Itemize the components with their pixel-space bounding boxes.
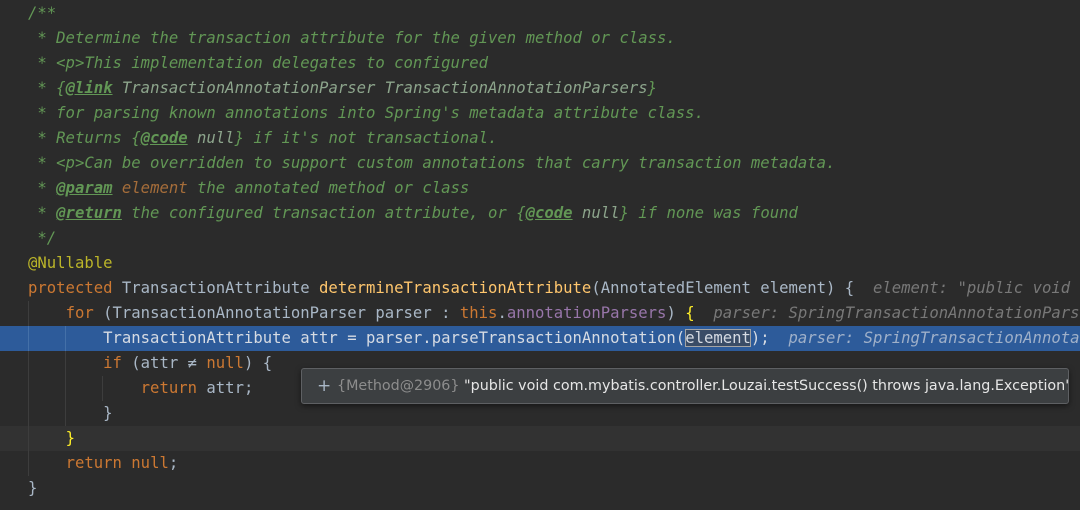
doc-code-value: null xyxy=(572,204,620,222)
inline-debug-value[interactable]: parser: SpringTransactionAnnotationParse… xyxy=(770,329,1080,347)
doc-param-name: element xyxy=(112,179,188,197)
method-params: (AnnotatedElement element) { xyxy=(591,279,855,297)
doc-code-tag: @code xyxy=(525,204,573,222)
method-name[interactable]: determineTransactionAttribute xyxy=(319,279,591,297)
tooltip-content: {Method@2906} "public void com.mybatis.c… xyxy=(337,369,1069,403)
code-text: (attr ≠ xyxy=(121,354,207,372)
code-line[interactable]: * <p>Can be overridden to support custom… xyxy=(0,151,1080,176)
code-line[interactable]: return null; xyxy=(0,451,1080,476)
doc-comment-start: /** xyxy=(28,4,57,22)
keyword: null xyxy=(131,454,169,472)
code-line[interactable]: * <p>This implementation delegates to co… xyxy=(0,51,1080,76)
doc-comment-text: } if none was found xyxy=(619,204,798,222)
code-line[interactable]: @Nullable xyxy=(0,251,1080,276)
caret-line[interactable]: } xyxy=(0,426,1080,451)
doc-comment-text: } if it's not transactional. xyxy=(234,129,498,147)
code-line[interactable]: * Returns {@code null} if it's not trans… xyxy=(0,126,1080,151)
doc-link-reference[interactable]: TransactionAnnotationParser TransactionA… xyxy=(113,79,648,97)
code-text: attr; xyxy=(197,379,254,397)
object-value: "public void com.mybatis.controller.Louz… xyxy=(459,378,1069,394)
return-type: TransactionAttribute xyxy=(112,279,320,297)
code-line[interactable]: /** xyxy=(0,1,1080,26)
code-text: (TransactionAnnotationParser parser : xyxy=(93,304,460,322)
code-editor[interactable]: /** * Determine the transaction attribut… xyxy=(0,0,1080,510)
keyword: return xyxy=(65,454,122,472)
code-text: ) xyxy=(666,304,686,322)
matched-brace: { xyxy=(685,304,695,322)
keyword: return xyxy=(140,379,198,397)
doc-html-tag: <p> xyxy=(56,154,85,172)
doc-comment-text: * xyxy=(28,204,57,222)
code-line[interactable]: } xyxy=(0,401,1080,426)
doc-comment-text: * Returns { xyxy=(28,129,141,147)
doc-code-tag: @code xyxy=(140,129,188,147)
code-line[interactable]: } xyxy=(0,476,1080,501)
debug-value-tooltip[interactable]: + {Method@2906} "public void com.mybatis… xyxy=(301,368,1069,404)
doc-comment-text: * xyxy=(28,54,57,72)
expand-icon[interactable]: + xyxy=(317,369,331,403)
code-line[interactable]: * @param element the annotated method or… xyxy=(0,176,1080,201)
doc-param-tag: @param xyxy=(56,179,113,197)
doc-comment-text: the configured transaction attribute, or… xyxy=(121,204,526,222)
closing-brace: } xyxy=(28,479,38,497)
code-line[interactable]: * for parsing known annotations into Spr… xyxy=(0,101,1080,126)
code-text: ; xyxy=(168,454,179,472)
code-line[interactable]: * @return the configured transaction att… xyxy=(0,201,1080,226)
code-line[interactable]: */ xyxy=(0,226,1080,251)
doc-comment-text: * xyxy=(28,179,57,197)
keyword: for xyxy=(65,304,94,322)
keyword: if xyxy=(103,354,122,372)
keyword: this xyxy=(459,304,498,322)
inline-debug-value[interactable]: element: "public void com.mybatis.contro… xyxy=(854,279,1080,297)
doc-code-value: null xyxy=(187,129,235,147)
code-text: . xyxy=(497,304,507,322)
current-execution-line[interactable]: TransactionAttribute attr = parser.parse… xyxy=(0,326,1080,351)
doc-comment-text: * Determine the transaction attribute fo… xyxy=(28,29,676,47)
doc-html-tag: <p> xyxy=(56,54,85,72)
matched-brace: } xyxy=(65,429,75,447)
code-line[interactable]: protected TransactionAttribute determine… xyxy=(0,276,1080,301)
keyword: null xyxy=(206,354,244,372)
field-reference[interactable]: annotationParsers xyxy=(507,304,667,322)
code-text: TransactionAttribute attr = parser.parse… xyxy=(103,329,686,347)
doc-comment-text: * for parsing known annotations into Spr… xyxy=(28,104,704,122)
code-line[interactable]: for (TransactionAnnotationParser parser … xyxy=(0,301,1080,326)
closing-brace: } xyxy=(103,404,113,422)
hovered-variable[interactable]: element xyxy=(685,329,751,347)
doc-comment-text: Can be overridden to support custom anno… xyxy=(84,154,836,172)
inline-debug-value[interactable]: parser: SpringTransactionAnnotationParse… xyxy=(695,304,1080,322)
doc-comment-text: the annotated method or class xyxy=(187,179,470,197)
code-line[interactable]: * Determine the transaction attribute fo… xyxy=(0,26,1080,51)
doc-comment-text: This implementation delegates to configu… xyxy=(84,54,489,72)
doc-return-tag: @return xyxy=(56,204,122,222)
doc-link-tag[interactable]: @link xyxy=(66,79,113,97)
doc-comment-text: * { xyxy=(28,79,66,97)
doc-comment-end: */ xyxy=(28,229,57,247)
keyword: protected xyxy=(28,279,113,297)
doc-comment-text: * xyxy=(28,154,57,172)
annotation-nullable: @Nullable xyxy=(28,254,113,272)
doc-comment-text: } xyxy=(647,79,658,97)
code-text: ) { xyxy=(243,354,273,372)
code-line[interactable]: * {@link TransactionAnnotationParser Tra… xyxy=(0,76,1080,101)
object-reference: {Method@2906} xyxy=(337,378,460,394)
code-text: ); xyxy=(750,329,770,347)
